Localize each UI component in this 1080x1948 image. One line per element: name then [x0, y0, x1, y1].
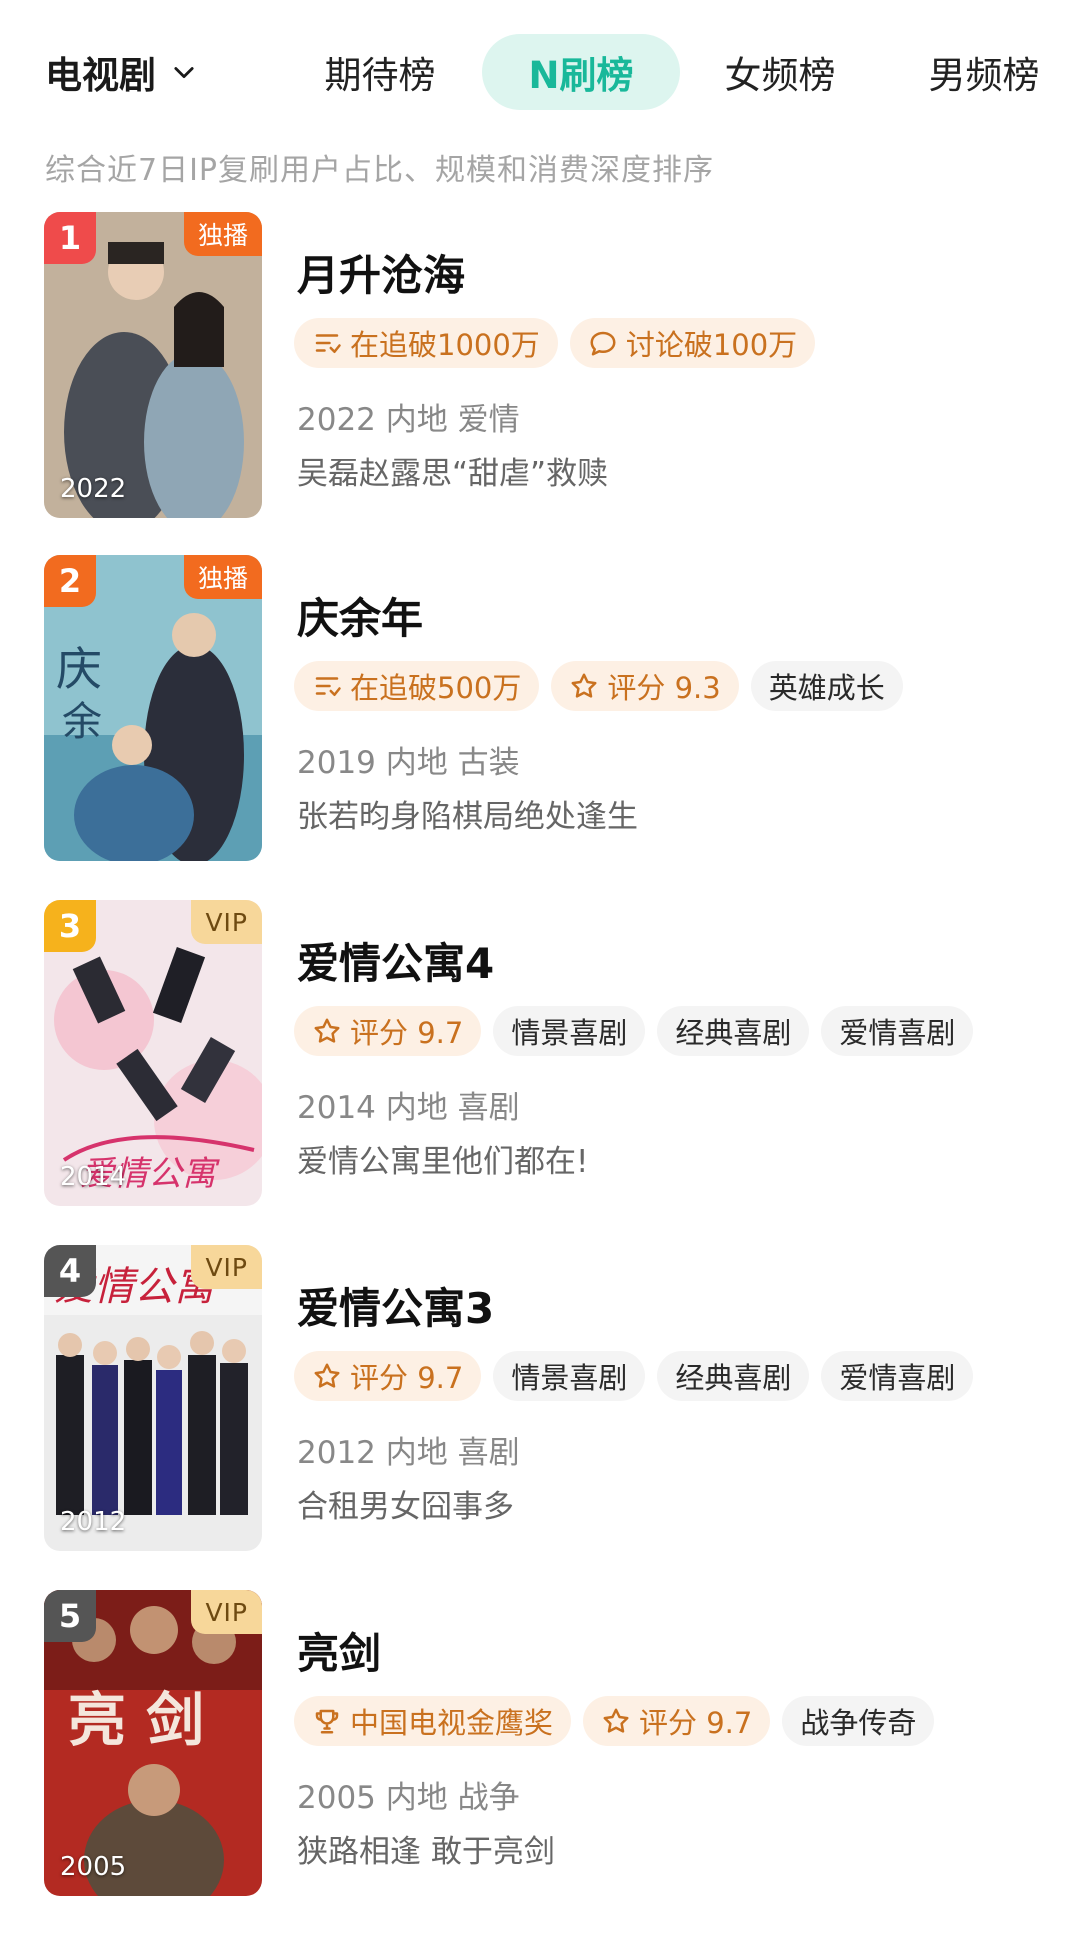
tag-following: 在追破500万: [294, 661, 540, 711]
tag-genre: 情景喜剧: [493, 1006, 646, 1056]
poster[interactable]: 爱情公寓 3 VIP 2014: [44, 900, 262, 1206]
tag-list: 中国电视金鹰奖 评分 9.7 战争传奇: [294, 1696, 935, 1746]
item-title[interactable]: 月升沧海: [297, 242, 465, 303]
tag-text: 经典喜剧: [675, 1016, 792, 1050]
tag-list: 评分 9.7 情景喜剧 经典喜剧 爱情喜剧: [294, 1006, 974, 1056]
poster-year: 2005: [60, 1852, 127, 1882]
item-meta: 2019 内地 古装: [297, 745, 520, 781]
tag-genre: 爱情喜剧: [821, 1006, 974, 1056]
tag-text: 情景喜剧: [511, 1361, 628, 1395]
item-meta: 2022 内地 爱情: [297, 402, 520, 438]
rank-badge: 1: [44, 212, 96, 264]
vip-badge: VIP: [191, 900, 262, 944]
tag-rating: 评分 9.7: [294, 1006, 482, 1056]
tab-rewatch[interactable]: N刷榜: [482, 34, 680, 110]
tab-expected[interactable]: 期待榜: [300, 34, 460, 110]
list-icon: [315, 677, 341, 696]
exclusive-badge: 独播: [183, 212, 262, 256]
tag-rating: 评分 9.3: [551, 661, 739, 711]
tag-rating: 评分 9.7: [583, 1696, 771, 1746]
tag-genre: 经典喜剧: [657, 1351, 810, 1401]
item-meta: 2014 内地 喜剧: [297, 1090, 520, 1126]
chevron-down-icon: [174, 67, 194, 79]
tag-text: 讨论破100万: [625, 328, 798, 362]
tag-text: 战争传奇: [800, 1706, 917, 1740]
rank-badge: 5: [44, 1590, 96, 1642]
list-item[interactable]: 爱情公寓 3 VIP 2014 爱情公寓4 评分 9.7 情景喜剧 经典喜剧 爱…: [0, 900, 1080, 1210]
tag-text: 在追破1000万: [350, 328, 540, 362]
item-description: 合租男女囧事多: [297, 1489, 514, 1525]
tag-genre: 经典喜剧: [657, 1006, 810, 1056]
rank-badge: 2: [44, 555, 96, 607]
item-title[interactable]: 庆余年: [297, 585, 423, 646]
tag-text: 英雄成长: [768, 671, 885, 705]
list-item[interactable]: 庆 余 2 独播 庆余年 在追破500万 评分 9.3 英雄成长 2019 内地…: [0, 555, 1080, 865]
tag-text: 评分 9.3: [607, 671, 721, 705]
tag-list: 在追破1000万 讨论破100万: [294, 318, 816, 368]
svg-text:庆: 庆: [56, 642, 102, 696]
tag-text: 评分 9.7: [350, 1016, 464, 1050]
tag-text: 评分 9.7: [350, 1361, 464, 1395]
item-meta: 2012 内地 喜剧: [297, 1435, 520, 1471]
rank-badge: 4: [44, 1245, 96, 1297]
svg-text:亮 剑: 亮 剑: [68, 1686, 204, 1754]
item-description: 张若昀身陷棋局绝处逢生: [297, 799, 638, 835]
vip-badge: VIP: [191, 1245, 262, 1289]
tab-female[interactable]: 女频榜: [700, 34, 860, 110]
poster-year: 2022: [60, 474, 127, 504]
star-icon: [603, 1708, 629, 1733]
tag-text: 爱情喜剧: [839, 1361, 956, 1395]
item-description: 爱情公寓里他们都在!: [297, 1144, 589, 1180]
ranking-description: 综合近7日IP复刷用户占比、规模和消费深度排序: [45, 153, 715, 188]
tag-text: 经典喜剧: [675, 1361, 792, 1395]
list-item[interactable]: 爱情公寓 4 VIP 2012 爱情公寓3 评分 9.7 情景喜剧 经典喜剧 爱…: [0, 1245, 1080, 1555]
tag-list: 在追破500万 评分 9.3 英雄成长: [294, 661, 903, 711]
tag-genre: 爱情喜剧: [821, 1351, 974, 1401]
category-label: 电视剧: [45, 54, 156, 97]
tag-text: 中国电视金鹰奖: [350, 1706, 554, 1740]
poster[interactable]: 爱情公寓 4 VIP 2012: [44, 1245, 262, 1551]
list-item[interactable]: 亮 剑 5 VIP 2005 亮剑 中国电视金鹰奖 评分 9.7 战争传奇 20…: [0, 1590, 1080, 1900]
item-description: 吴磊赵露思“甜虐”救赎: [297, 456, 609, 492]
comment-icon: [590, 331, 616, 356]
item-description: 狭路相逢 敢于亮剑: [297, 1834, 555, 1870]
poster-year: 2014: [60, 1162, 127, 1192]
list-item[interactable]: 1 独播 2022 月升沧海 在追破1000万 讨论破100万 2022 内地 …: [0, 212, 1080, 522]
tag-discussion: 讨论破100万: [569, 318, 816, 368]
list-icon: [315, 334, 341, 353]
tag-text: 在追破500万: [350, 671, 522, 705]
star-icon: [314, 1363, 340, 1388]
tag-rating: 评分 9.7: [294, 1351, 482, 1401]
poster[interactable]: 1 独播 2022: [44, 212, 262, 518]
tag-text: 评分 9.7: [639, 1706, 753, 1740]
tag-text: 爱情喜剧: [839, 1016, 956, 1050]
trophy-icon: [315, 1709, 339, 1734]
tab-male[interactable]: 男频榜: [904, 34, 1064, 110]
tag-award: 中国电视金鹰奖: [294, 1696, 572, 1746]
top-bar: 电视剧 期待榜 N刷榜 女频榜 男频榜: [0, 0, 1080, 140]
poster-year: 2012: [60, 1507, 127, 1537]
item-meta: 2005 内地 战争: [297, 1780, 520, 1816]
item-title[interactable]: 亮剑: [297, 1620, 381, 1681]
category-dropdown[interactable]: 电视剧: [45, 44, 198, 100]
tag-genre: 英雄成长: [750, 661, 903, 711]
tag-text: 情景喜剧: [511, 1016, 628, 1050]
poster[interactable]: 亮 剑 5 VIP 2005: [44, 1590, 262, 1896]
tag-following: 在追破1000万: [294, 318, 558, 368]
tag-list: 评分 9.7 情景喜剧 经典喜剧 爱情喜剧: [294, 1351, 974, 1401]
item-title[interactable]: 爱情公寓3: [297, 1275, 494, 1336]
exclusive-badge: 独播: [183, 555, 262, 599]
item-title[interactable]: 爱情公寓4: [297, 930, 494, 991]
rank-badge: 3: [44, 900, 96, 952]
star-icon: [314, 1018, 340, 1043]
star-icon: [571, 673, 597, 698]
tag-genre: 情景喜剧: [493, 1351, 646, 1401]
poster[interactable]: 庆 余 2 独播: [44, 555, 262, 861]
tag-genre: 战争传奇: [782, 1696, 935, 1746]
svg-text:余: 余: [62, 699, 102, 745]
vip-badge: VIP: [191, 1590, 262, 1634]
